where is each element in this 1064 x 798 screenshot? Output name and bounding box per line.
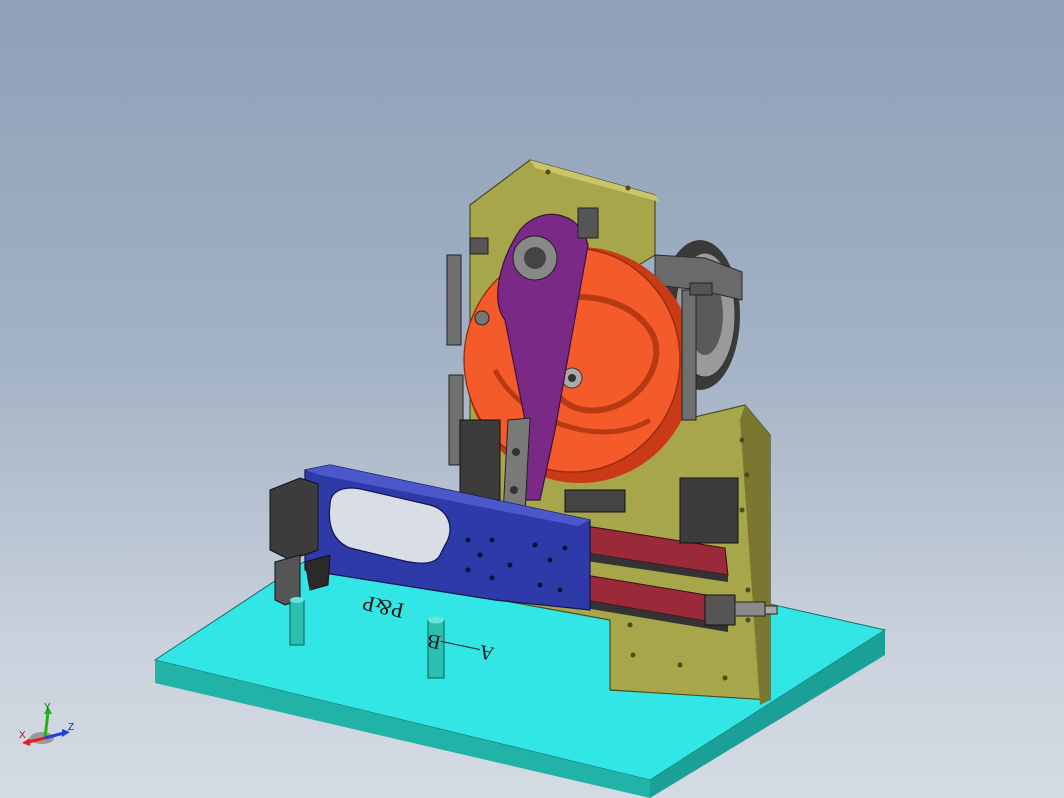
triad-z-label: Z (68, 722, 74, 733)
locating-rod-left[interactable] (289, 597, 305, 646)
triad-y-label: Y (44, 702, 51, 713)
axis-triad[interactable]: Y X Z (19, 702, 74, 746)
triad-x-label: X (19, 730, 26, 741)
cad-viewport[interactable]: P&P A——B Y X Z (0, 0, 1064, 798)
